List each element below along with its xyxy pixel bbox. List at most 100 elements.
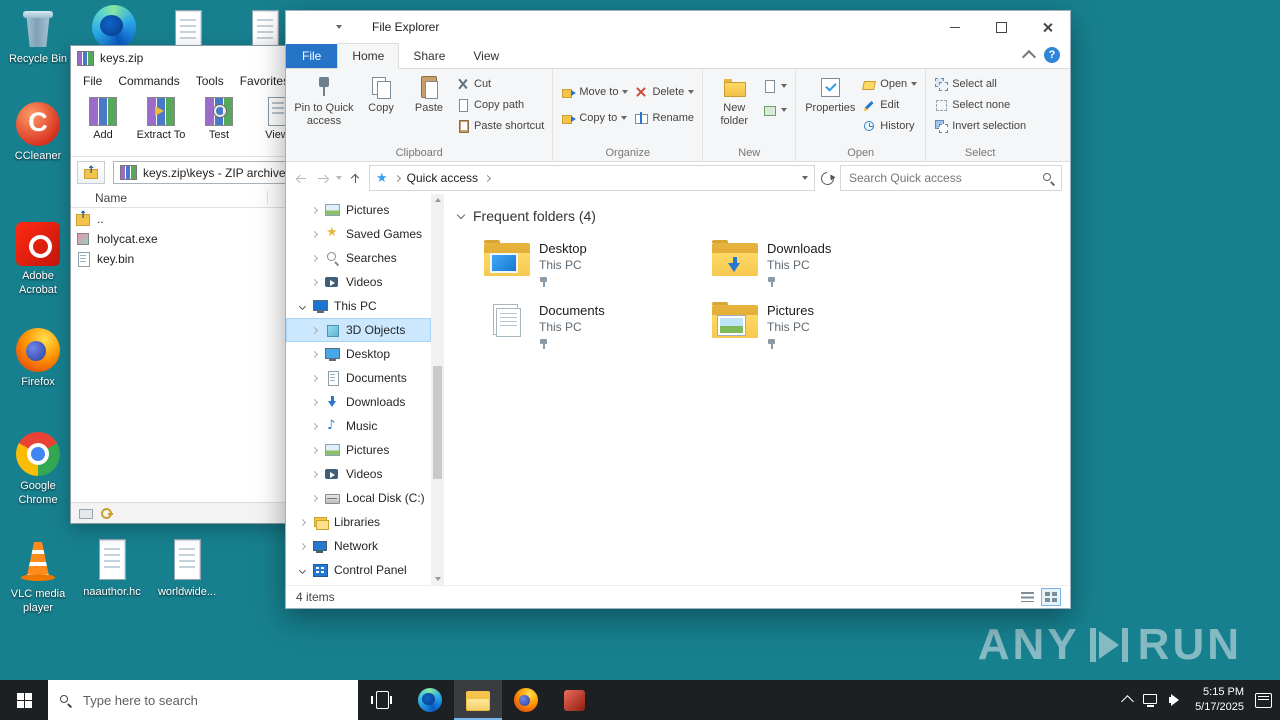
chevron-icon[interactable] <box>298 518 307 527</box>
nav-item[interactable]: Videos <box>286 462 431 486</box>
nav-item[interactable]: Network <box>286 534 431 558</box>
volume-tray-icon[interactable] <box>1169 693 1184 707</box>
up-icon[interactable] <box>348 171 363 185</box>
chevron-icon[interactable] <box>310 350 319 359</box>
recent-locations-icon[interactable] <box>336 176 342 180</box>
desktop-icon[interactable]: naauthor.hc <box>76 538 148 600</box>
view-toggle-button[interactable] <box>1042 589 1060 605</box>
breadcrumb-separator-icon[interactable] <box>484 175 491 182</box>
nav-item[interactable]: This PC <box>286 294 431 318</box>
section-chevron-icon[interactable] <box>456 211 466 221</box>
copy-to-button[interactable]: Copy to <box>561 111 628 125</box>
select-none-button[interactable]: Select none <box>934 98 1026 112</box>
nav-item[interactable]: Saved Games <box>286 222 431 246</box>
properties-button[interactable]: Properties <box>801 71 859 118</box>
taskbar-search-input[interactable] <box>81 691 347 709</box>
collapse-ribbon-icon[interactable] <box>1021 49 1037 64</box>
move-to-button[interactable]: Move to <box>561 85 629 99</box>
address-dropdown-icon[interactable] <box>802 176 808 180</box>
archive-menu-item[interactable]: File <box>75 72 110 90</box>
nav-item[interactable]: Searches <box>286 246 431 270</box>
select-all-button[interactable]: Select all <box>934 77 1026 91</box>
chevron-icon[interactable] <box>310 470 319 479</box>
scrollbar-thumb[interactable] <box>433 366 442 480</box>
qat-properties-icon[interactable] <box>318 21 329 34</box>
desktop-icon[interactable]: Recycle Bin <box>2 5 74 67</box>
nav-item[interactable]: Documents <box>286 366 431 390</box>
copy-path-button[interactable]: Copy path <box>456 98 544 112</box>
chevron-icon[interactable] <box>298 542 307 551</box>
history-button[interactable]: History <box>862 119 917 133</box>
archive-toolbar-button[interactable]: Add <box>75 94 131 156</box>
network-tray-icon[interactable] <box>1143 693 1158 707</box>
delete-button[interactable]: Delete <box>634 85 695 99</box>
edit-button[interactable]: Edit <box>862 98 917 112</box>
nav-scrollbar[interactable] <box>431 194 444 585</box>
qat-dropdown-icon[interactable] <box>336 25 342 29</box>
maximize-button[interactable] <box>978 11 1024 43</box>
nav-item[interactable]: Control Panel <box>286 558 431 582</box>
chevron-icon[interactable] <box>310 422 319 431</box>
start-button[interactable] <box>0 680 48 720</box>
archive-toolbar-button[interactable]: Extract To <box>133 94 189 156</box>
desktop-icon[interactable]: Adobe Acrobat <box>2 222 74 298</box>
nav-item[interactable]: 3D Objects <box>286 318 431 342</box>
help-icon[interactable] <box>1044 47 1060 63</box>
archive-menu-item[interactable]: Commands <box>110 72 187 90</box>
frequent-folders-header[interactable]: Frequent folders (4) <box>456 208 1070 224</box>
minimize-button[interactable] <box>932 11 978 43</box>
invert-selection-button[interactable]: Invert selection <box>934 119 1026 133</box>
chevron-icon[interactable] <box>298 566 307 575</box>
chevron-icon[interactable] <box>310 254 319 263</box>
open-button[interactable]: Open <box>862 77 918 91</box>
rename-button[interactable]: Rename <box>634 111 694 125</box>
taskbar-search[interactable] <box>48 680 358 720</box>
archive-menu-item[interactable]: Tools <box>188 72 232 90</box>
nav-item[interactable]: Local Disk (C:) <box>286 486 431 510</box>
chevron-icon[interactable] <box>310 278 319 287</box>
tab-view[interactable]: View <box>459 44 513 68</box>
explorer-search[interactable] <box>840 165 1062 191</box>
desktop-icon[interactable]: worldwide... <box>151 538 223 600</box>
chevron-icon[interactable] <box>310 326 319 335</box>
chevron-icon[interactable] <box>310 206 319 215</box>
archive-toolbar-button[interactable]: Test <box>191 94 247 156</box>
nav-item[interactable]: Music <box>286 414 431 438</box>
search-input[interactable] <box>847 170 1038 186</box>
taskbar-app-button[interactable] <box>358 680 406 720</box>
tab-home[interactable]: Home <box>337 43 400 69</box>
refresh-icon[interactable] <box>818 168 837 188</box>
frequent-folder-tile[interactable]: Downloads This PC <box>712 240 940 288</box>
frequent-folder-tile[interactable]: Pictures This PC <box>712 302 940 350</box>
chevron-icon[interactable] <box>310 374 319 383</box>
close-button[interactable] <box>1024 11 1070 43</box>
desktop-icon[interactable]: CCleaner <box>2 102 74 164</box>
view-toggle-button[interactable] <box>1019 589 1037 605</box>
frequent-folder-tile[interactable]: Desktop This PC <box>484 240 712 288</box>
explorer-titlebar[interactable]: File Explorer <box>286 11 1070 43</box>
paste-shortcut-button[interactable]: Paste shortcut <box>456 119 544 133</box>
hidden-icons-chevron-icon[interactable] <box>1121 695 1134 708</box>
archive-up-button[interactable] <box>77 161 105 184</box>
breadcrumb[interactable]: Quick access <box>407 171 478 185</box>
action-center-icon[interactable] <box>1255 692 1272 708</box>
chevron-icon[interactable] <box>298 302 307 311</box>
taskbar-app-button[interactable] <box>454 680 502 720</box>
new-item-button[interactable] <box>763 79 788 93</box>
copy-button[interactable]: Copy <box>357 71 405 118</box>
tab-file[interactable]: File <box>286 44 338 68</box>
desktop-icon[interactable] <box>90 5 138 49</box>
chevron-icon[interactable] <box>310 398 319 407</box>
taskbar-app-button[interactable] <box>550 680 598 720</box>
clock[interactable]: 5:15 PM 5/17/2025 <box>1195 685 1244 715</box>
taskbar-app-button[interactable] <box>406 680 454 720</box>
nav-item[interactable]: Pictures <box>286 438 431 462</box>
forward-icon[interactable] <box>315 171 330 185</box>
nav-item[interactable]: Downloads <box>286 390 431 414</box>
desktop-icon[interactable]: VLC media player <box>2 540 74 616</box>
nav-item[interactable]: Desktop <box>286 342 431 366</box>
desktop-icon[interactable]: Google Chrome <box>2 432 74 508</box>
new-folder-button[interactable]: New folder <box>708 71 760 130</box>
tab-share[interactable]: Share <box>399 44 459 68</box>
chevron-icon[interactable] <box>310 446 319 455</box>
